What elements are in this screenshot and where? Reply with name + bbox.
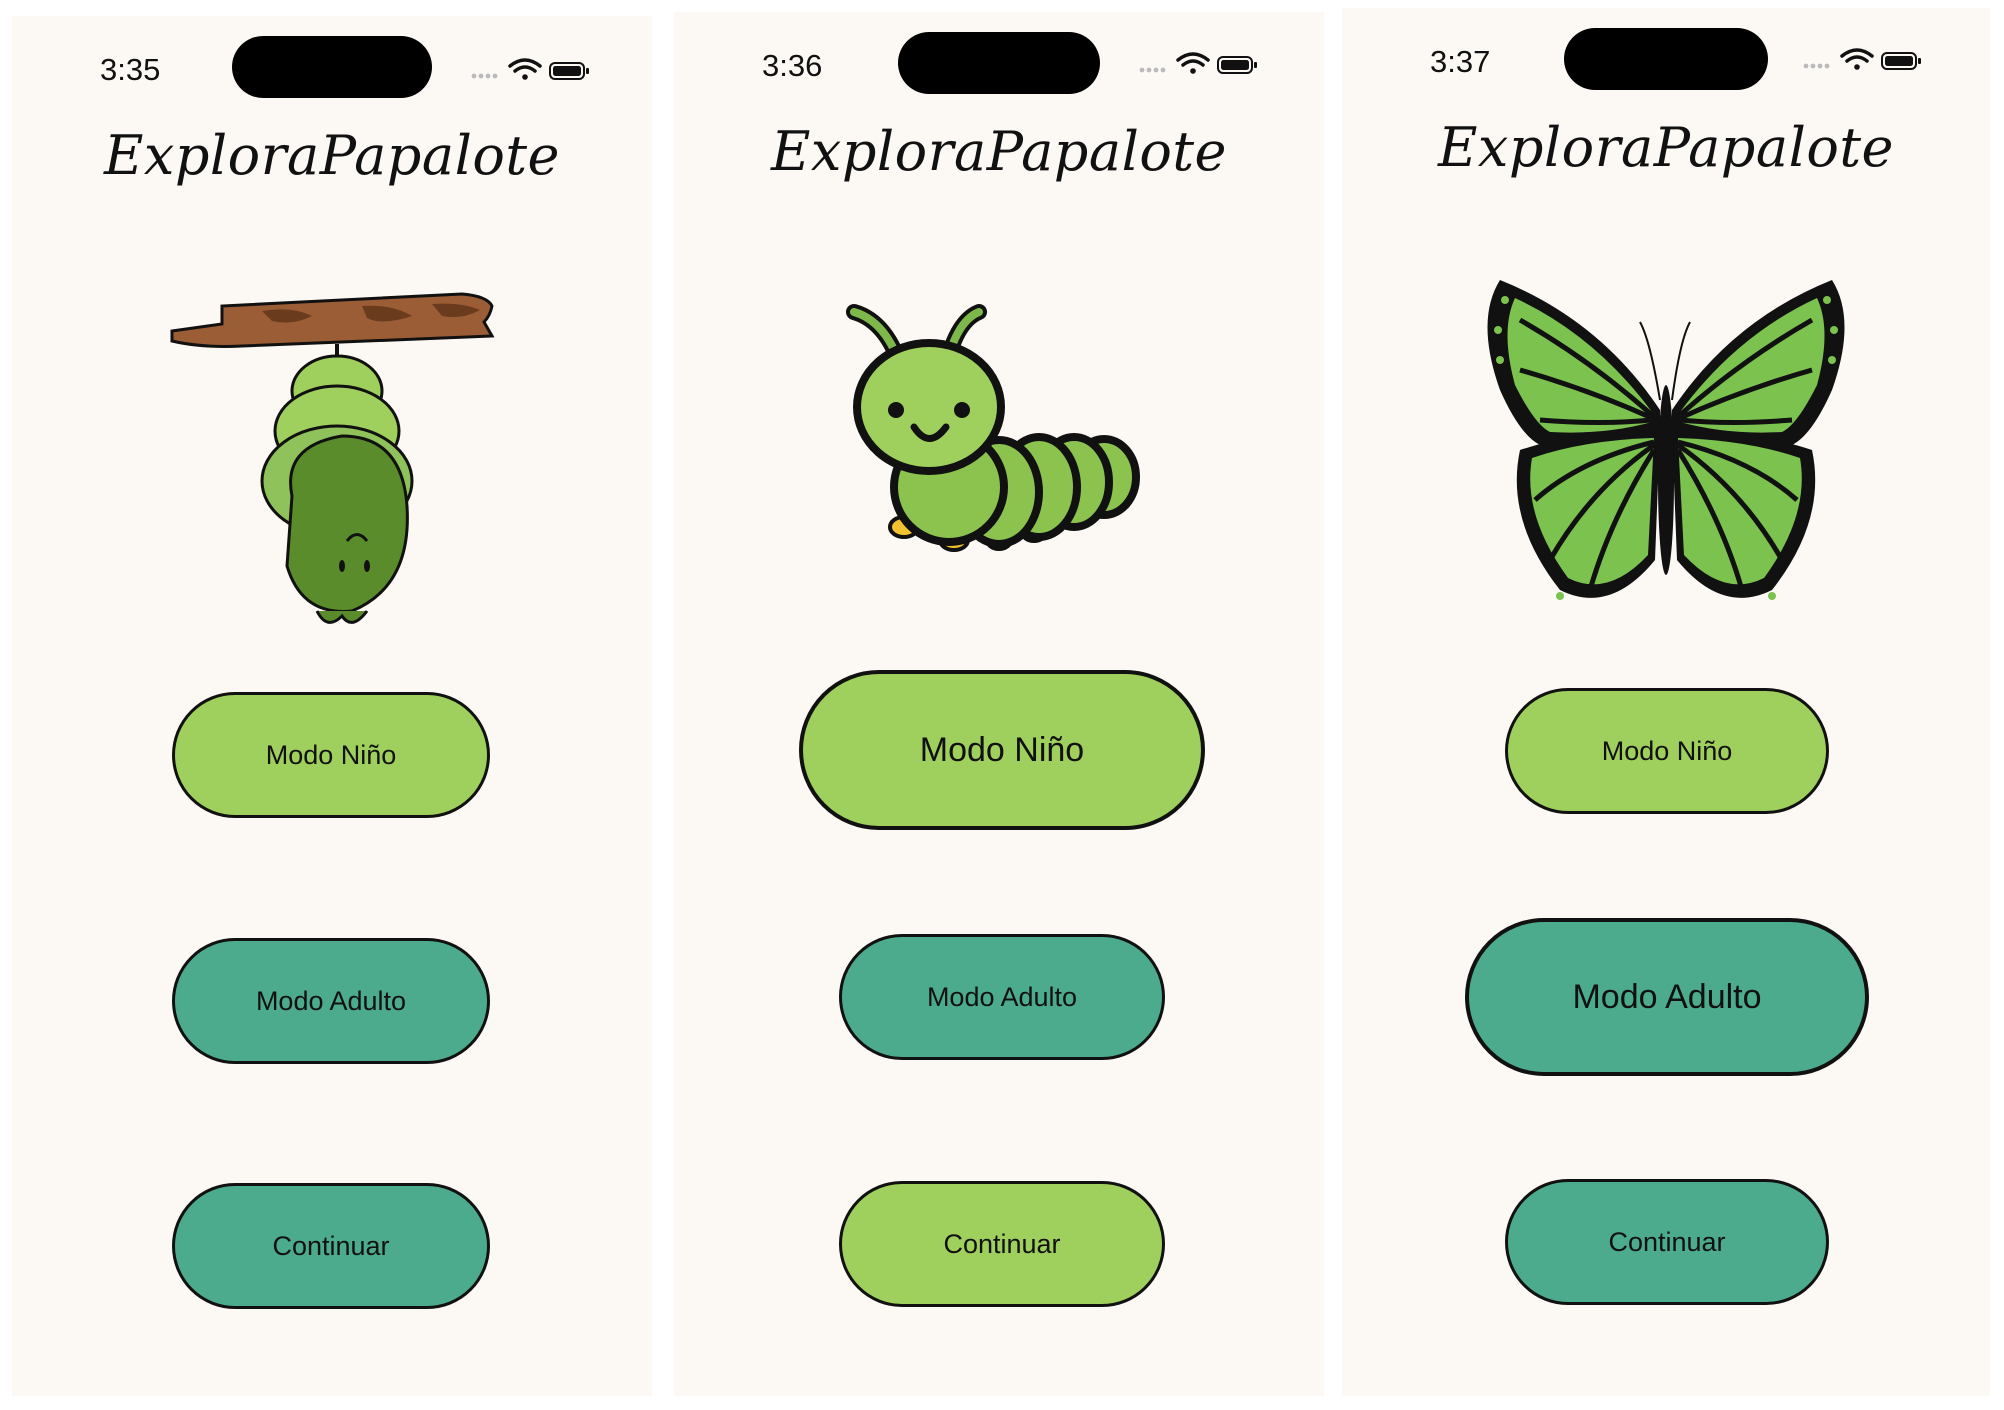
cellular-signal-icon [1139,67,1166,73]
status-time: 3:36 [762,48,823,83]
dynamic-island [232,36,432,98]
butterfly-icon [1487,280,1845,600]
screen-butterfly: 3:37 ExploraPapalote Modo Niño Modo Adul… [1342,8,1990,1396]
status-icons [471,58,589,80]
battery-icon [1217,56,1257,74]
app-title: ExploraPapalote [770,120,1228,183]
continuar-button[interactable]: Continuar [172,1183,490,1309]
continuar-button[interactable]: Continuar [1505,1179,1829,1305]
continuar-button[interactable]: Continuar [839,1181,1165,1307]
cellular-signal-icon [1803,63,1830,69]
screen-caterpillar: 3:36 ExploraPapalote Modo Niño Modo Adul… [674,12,1324,1396]
modo-adulto-button[interactable]: Modo Adulto [172,938,490,1064]
wifi-icon [508,58,542,80]
screen-chrysalis: 3:35 ExploraPapalote Modo Niño Modo Adul… [12,16,652,1396]
app-title: ExploraPapalote [1437,116,1895,179]
modo-nino-button[interactable]: Modo Niño [799,670,1205,830]
modo-adulto-button[interactable]: Modo Adulto [839,934,1165,1060]
caterpillar-icon [846,304,1140,552]
cellular-signal-icon [471,73,498,79]
modo-adulto-button[interactable]: Modo Adulto [1465,918,1869,1076]
modo-nino-button[interactable]: Modo Niño [1505,688,1829,814]
dynamic-island [1564,28,1768,90]
status-icons [1803,48,1921,70]
app-title: ExploraPapalote [103,124,561,187]
status-icons [1139,52,1257,74]
status-time: 3:37 [1430,44,1491,79]
battery-icon [549,62,589,80]
dynamic-island [898,32,1100,94]
status-time: 3:35 [100,52,161,87]
battery-icon [1881,52,1921,70]
modo-nino-button[interactable]: Modo Niño [172,692,490,818]
wifi-icon [1176,52,1210,74]
chrysalis-icon [170,292,495,624]
wifi-icon [1840,48,1874,70]
